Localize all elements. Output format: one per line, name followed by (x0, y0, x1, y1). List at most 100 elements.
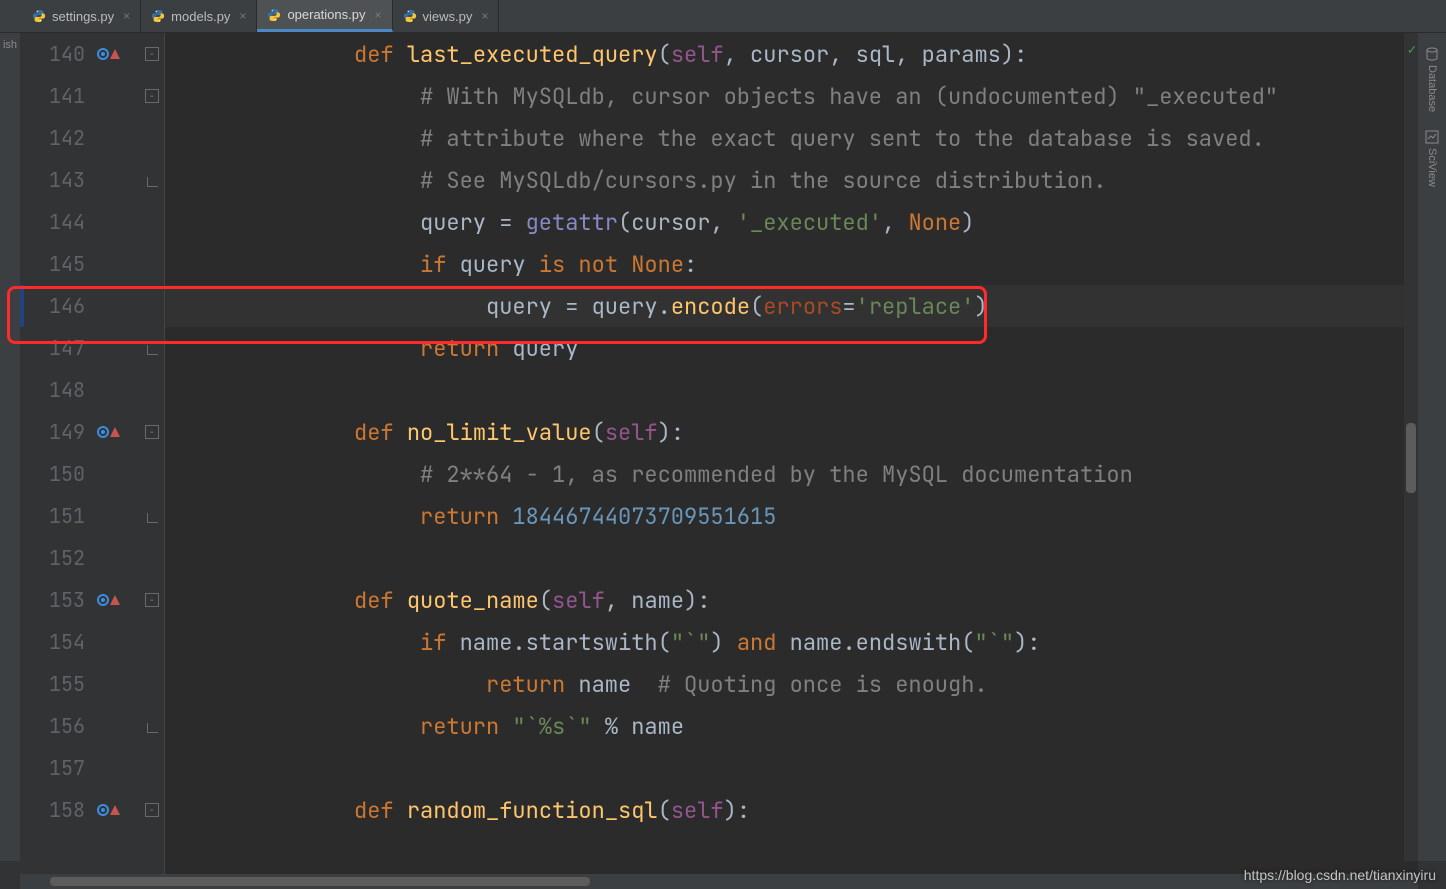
tab-label: views.py (423, 9, 473, 24)
gutter-line[interactable]: 140 − (20, 33, 164, 75)
gutter-line[interactable]: 157 (20, 747, 164, 789)
code-line[interactable]: if name.startswith("`") and name.endswit… (165, 621, 1418, 663)
override-marker-icon (97, 426, 120, 438)
horizontal-scrollbar[interactable] (20, 874, 1418, 889)
line-number: 140 (20, 41, 85, 67)
code-line[interactable]: def random_function_sql(self): (165, 789, 1418, 831)
gutter-line[interactable]: 148 (20, 369, 164, 411)
gutter-line[interactable]: 142 (20, 117, 164, 159)
tool-database[interactable]: Database (1425, 47, 1439, 112)
code-text: return query (420, 327, 578, 369)
fold-toggle-icon[interactable]: − (145, 803, 159, 817)
gutter-line[interactable]: 156 (20, 705, 164, 747)
python-file-icon (403, 9, 417, 23)
line-number: 157 (20, 755, 85, 781)
gutter[interactable]: 140 − 141 − 142 143 144145 146 147 148 149 − 150 151 1… (20, 33, 165, 874)
tab-close-icon[interactable]: × (239, 9, 246, 23)
right-gutter[interactable]: ✓ (1404, 33, 1418, 861)
gutter-change-marker[interactable] (97, 411, 135, 453)
gutter-line[interactable]: 153− (20, 579, 164, 621)
line-number: 156 (20, 713, 85, 739)
gutter-line[interactable]: 145 (20, 243, 164, 285)
code-text: def no_limit_value(self): (354, 411, 684, 453)
tab-close-icon[interactable]: × (375, 8, 382, 22)
fold-end-icon (145, 509, 159, 523)
line-number: 152 (20, 545, 85, 571)
fold-toggle-icon[interactable]: − (145, 47, 159, 61)
override-marker-icon (97, 594, 120, 606)
code-text: # 2**64 - 1, as recommended by the MySQL… (420, 453, 1133, 495)
tab-views-py[interactable]: views.py × (393, 0, 500, 32)
code-line[interactable]: def last_executed_query(self, cursor, sq… (165, 33, 1418, 75)
code-line[interactable]: # attribute where the exact query sent t… (165, 117, 1418, 159)
python-file-icon (267, 8, 281, 22)
gutter-line[interactable]: 141 − (20, 75, 164, 117)
tab-label: settings.py (52, 9, 114, 24)
code-line[interactable]: def quote_name(self, name): (165, 579, 1418, 621)
gutter-change-marker[interactable] (97, 789, 135, 831)
sciview-icon (1425, 130, 1439, 144)
tab-operations-py[interactable]: operations.py × (257, 0, 392, 32)
gutter-line[interactable]: 155 (20, 663, 164, 705)
line-number: 141 (20, 83, 85, 109)
code-line[interactable]: # See MySQLdb/cursors.py in the source d… (165, 159, 1418, 201)
vertical-scrollbar-thumb[interactable] (1406, 423, 1416, 493)
gutter-line[interactable]: 152 (20, 537, 164, 579)
line-number: 150 (20, 461, 85, 487)
gutter-change-marker[interactable] (97, 33, 135, 75)
tab-settings-py[interactable]: settings.py × (22, 0, 141, 32)
tab-label: operations.py (287, 7, 365, 22)
gutter-line[interactable]: 147 (20, 327, 164, 369)
code-area[interactable]: def last_executed_query(self, cursor, sq… (165, 33, 1418, 874)
code-line[interactable]: # 2**64 - 1, as recommended by the MySQL… (165, 453, 1418, 495)
line-number: 147 (20, 335, 85, 361)
line-number: 155 (20, 671, 85, 697)
fold-end-icon (145, 341, 159, 355)
gutter-line[interactable]: 143 (20, 159, 164, 201)
tab-close-icon[interactable]: × (481, 9, 488, 23)
gutter-line[interactable]: 151 (20, 495, 164, 537)
code-text: return "`%s`" % name (420, 705, 684, 747)
fold-toggle-icon[interactable]: − (145, 425, 159, 439)
tab-close-icon[interactable]: × (123, 9, 130, 23)
code-line[interactable]: return "`%s`" % name (165, 705, 1418, 747)
code-text: def last_executed_query(self, cursor, sq… (354, 33, 1027, 75)
code-line[interactable] (165, 747, 1418, 789)
line-number: 154 (20, 629, 85, 655)
code-line[interactable]: def no_limit_value(self): (165, 411, 1418, 453)
code-line[interactable]: if query is not None: (165, 243, 1418, 285)
code-line[interactable]: # With MySQLdb, cursor objects have an (… (165, 75, 1418, 117)
fold-toggle-icon[interactable]: − (145, 593, 159, 607)
code-line[interactable]: return 18446744073709551615 (165, 495, 1418, 537)
gutter-change-marker[interactable] (97, 579, 135, 621)
code-text: # See MySQLdb/cursors.py in the source d… (420, 159, 1106, 201)
database-icon (1425, 47, 1439, 61)
gutter-line[interactable]: 146 (20, 285, 164, 327)
code-line[interactable] (165, 537, 1418, 579)
fold-end-icon (145, 719, 159, 733)
code-line[interactable]: query = query.encode(errors='replace') (165, 285, 1418, 327)
override-marker-icon (97, 48, 120, 60)
code-line[interactable]: query = getattr(cursor, '_executed', Non… (165, 201, 1418, 243)
gutter-line[interactable]: 144 (20, 201, 164, 243)
gutter-line[interactable]: 158− (20, 789, 164, 831)
fold-toggle-icon[interactable]: − (145, 89, 159, 103)
gutter-line[interactable]: 154 (20, 621, 164, 663)
code-line[interactable] (165, 369, 1418, 411)
line-number: 149 (20, 419, 85, 445)
code-line[interactable]: return query (165, 327, 1418, 369)
gutter-line[interactable]: 150 (20, 453, 164, 495)
tool-sciview[interactable]: SciView (1425, 130, 1439, 187)
code-line[interactable]: return name # Quoting once is enough. (165, 663, 1418, 705)
scrollbar-thumb[interactable] (50, 877, 590, 886)
left-toolwindow-strip[interactable]: ish (0, 33, 20, 861)
code-text: query = getattr(cursor, '_executed', Non… (420, 201, 974, 243)
line-number: 146 (20, 293, 85, 319)
editor[interactable]: 140 − 141 − 142 143 144145 146 147 148 149 − 150 151 1… (20, 33, 1418, 874)
tab-bar: settings.py × models.py× operations.py × v… (0, 0, 1446, 33)
tab-models-py[interactable]: models.py× (141, 0, 257, 32)
python-file-icon (32, 9, 46, 23)
gutter-line[interactable]: 149 − (20, 411, 164, 453)
line-number: 143 (20, 167, 85, 193)
watermark: https://blog.csdn.net/tianxinyiru (1244, 867, 1436, 883)
